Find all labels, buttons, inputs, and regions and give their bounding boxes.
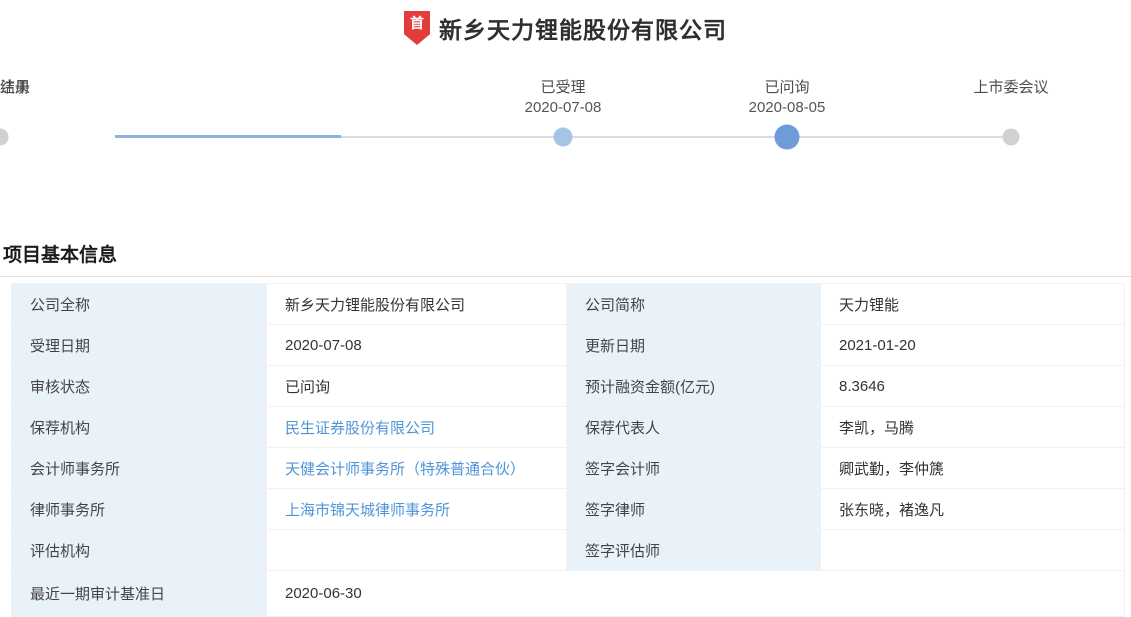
field-label-law-firm: 律师事务所 — [11, 488, 267, 530]
field-value-latest-audit-base-date: 2020-06-30 — [266, 570, 1125, 617]
field-label-accounting-firm: 会计师事务所 — [11, 447, 267, 489]
page-title: 新乡天力锂能股份有限公司 — [439, 17, 727, 43]
field-label-sponsor-representative: 保荐代表人 — [566, 406, 821, 448]
sponsor-link[interactable]: 民生证券股份有限公司 — [285, 420, 435, 437]
step-dot-icon — [774, 124, 800, 150]
field-value-accounting-firm: 天健会计师事务所（特殊普通合伙） — [266, 447, 567, 489]
field-value-acceptance-date: 2020-07-08 — [266, 324, 567, 366]
law-firm-link[interactable]: 上海市锦天城律师事务所 — [285, 502, 450, 519]
table-row: 受理日期 2020-07-08 更新日期 2021-01-20 — [11, 324, 1125, 366]
field-label-signing-valuator: 签字评估师 — [566, 529, 821, 571]
table-row: 评估机构 签字评估师 — [11, 529, 1125, 571]
field-label-update-date: 更新日期 — [566, 324, 821, 366]
step-date — [0, 98, 90, 118]
table-row: 审核状态 已问询 预计融资金额(亿元) 8.3646 — [11, 365, 1125, 407]
project-basic-info-table: 公司全称 新乡天力锂能股份有限公司 公司简称 天力锂能 受理日期 2020-07… — [11, 283, 1125, 617]
first-board-badge-icon: 首 — [404, 11, 430, 45]
field-value-planned-financing: 8.3646 — [820, 365, 1125, 407]
step-inquired: 已问询 2020-08-05 — [697, 78, 877, 150]
step-dot-icon — [553, 127, 573, 147]
step-dot-icon — [1002, 128, 1020, 146]
field-label-valuation-agency: 评估机构 — [11, 529, 267, 571]
step-date: 2020-08-05 — [748, 99, 826, 116]
page-header: 首 新乡天力锂能股份有限公司 — [0, 0, 1131, 46]
step-label: 上市委会议 — [973, 79, 1049, 96]
step-label: 已受理 — [540, 79, 586, 96]
field-value-company-full-name: 新乡天力锂能股份有限公司 — [266, 283, 567, 325]
review-progress-stepper: 已受理 2020-07-08 已问询 2020-08-05 上市委会议 提交注册… — [0, 78, 1131, 156]
field-label-company-short-name: 公司简称 — [566, 283, 821, 325]
field-label-sponsor: 保荐机构 — [11, 406, 267, 448]
step-dot-icon — [0, 128, 9, 146]
step-label: 注册结果 — [0, 79, 30, 96]
field-label-latest-audit-base-date: 最近一期审计基准日 — [11, 570, 267, 617]
field-value-sponsor: 民生证券股份有限公司 — [266, 406, 567, 448]
field-value-update-date: 2021-01-20 — [820, 324, 1125, 366]
field-label-planned-financing: 预计融资金额(亿元) — [566, 365, 821, 407]
step-date — [921, 98, 1101, 118]
field-value-company-short-name: 天力锂能 — [820, 283, 1125, 325]
table-row: 律师事务所 上海市锦天城律师事务所 签字律师 张东晓，褚逸凡 — [11, 488, 1125, 530]
field-value-signing-lawyer: 张东晓，褚逸凡 — [820, 488, 1125, 530]
step-listing-committee: 上市委会议 — [921, 78, 1101, 146]
field-label-company-full-name: 公司全称 — [11, 283, 267, 325]
section-title-basic-info: 项目基本信息 — [3, 245, 118, 266]
stepper-track-active — [115, 135, 341, 138]
field-value-review-status: 已问询 — [266, 365, 567, 407]
field-value-law-firm: 上海市锦天城律师事务所 — [266, 488, 567, 530]
step-date: 2020-07-08 — [524, 99, 602, 116]
section-divider — [0, 276, 1131, 277]
field-label-review-status: 审核状态 — [11, 365, 267, 407]
table-row: 会计师事务所 天健会计师事务所（特殊普通合伙） 签字会计师 卿武勤，李仲篪 — [11, 447, 1125, 489]
field-value-signing-valuator — [820, 529, 1125, 571]
step-registration-result: 注册结果 — [0, 78, 90, 146]
table-row: 公司全称 新乡天力锂能股份有限公司 公司简称 天力锂能 — [11, 283, 1125, 325]
field-label-signing-accountant: 签字会计师 — [566, 447, 821, 489]
field-label-signing-lawyer: 签字律师 — [566, 488, 821, 530]
field-value-valuation-agency — [266, 529, 567, 571]
field-label-acceptance-date: 受理日期 — [11, 324, 267, 366]
step-accepted: 已受理 2020-07-08 — [473, 78, 653, 147]
step-label: 已问询 — [764, 79, 810, 96]
table-row: 最近一期审计基准日 2020-06-30 — [11, 570, 1125, 617]
field-value-signing-accountant: 卿武勤，李仲篪 — [820, 447, 1125, 489]
table-row: 保荐机构 民生证券股份有限公司 保荐代表人 李凯，马腾 — [11, 406, 1125, 448]
accounting-firm-link[interactable]: 天健会计师事务所（特殊普通合伙） — [285, 461, 525, 478]
field-value-sponsor-representative: 李凯，马腾 — [820, 406, 1125, 448]
